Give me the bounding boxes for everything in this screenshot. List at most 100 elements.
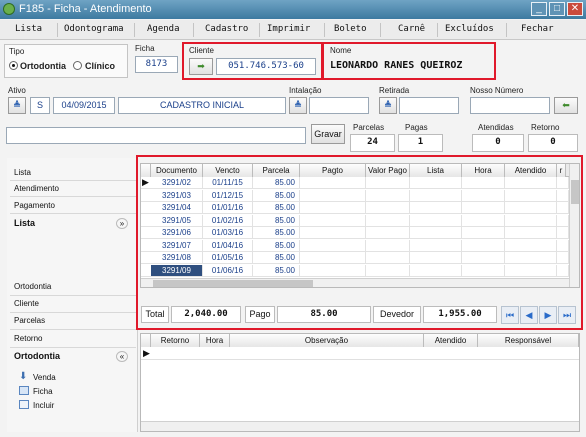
table-row[interactable]: 3291/07 01/04/16 85.00 bbox=[141, 239, 569, 252]
next-record-button[interactable]: ▶ bbox=[539, 306, 557, 324]
cliente-field[interactable]: 051.746.573-60 bbox=[216, 58, 316, 75]
col-lista[interactable]: Lista bbox=[410, 164, 462, 177]
grid-cell bbox=[300, 214, 366, 226]
sidebar-item-parcelas[interactable]: Parcelas bbox=[14, 316, 45, 325]
collapse-ortodontia-icon[interactable]: « bbox=[116, 351, 128, 362]
maximize-button[interactable]: □ bbox=[549, 2, 565, 16]
cliente-lookup-button[interactable]: ➡ bbox=[189, 58, 213, 75]
action-incluir[interactable]: Incluir bbox=[33, 401, 54, 410]
grid-cell: 85.00 bbox=[253, 264, 300, 276]
grid-cell: 3291/05 bbox=[151, 214, 203, 226]
col-r[interactable]: r bbox=[557, 164, 566, 177]
last-record-button[interactable]: ⏭ bbox=[558, 306, 576, 324]
retorno-count: 0 bbox=[528, 134, 578, 152]
clinico-radio-label[interactable]: Clínico bbox=[85, 61, 115, 71]
grid-cell bbox=[557, 202, 569, 213]
ativo-calendar-button[interactable]: ≜ bbox=[8, 97, 26, 114]
grid-cell bbox=[557, 252, 569, 263]
col-vencto[interactable]: Vencto bbox=[203, 164, 253, 177]
ortodontia-radio-label[interactable]: Ortodontia bbox=[20, 61, 66, 71]
instalacao-field[interactable] bbox=[309, 97, 369, 114]
menu-excluidos[interactable]: Excluídos bbox=[445, 24, 494, 34]
atendidas-count: 0 bbox=[472, 134, 524, 152]
retirada-field[interactable] bbox=[399, 97, 459, 114]
parcelas-vscrollbar[interactable] bbox=[569, 164, 579, 287]
prev-record-button[interactable]: ◀ bbox=[520, 306, 538, 324]
parcelas-rows: ▶ 3291/02 01/11/15 85.00 3291/03 01/12/15 85.0… bbox=[141, 177, 569, 281]
parcelas-grid-header: Documento Vencto Parcela Pagto Valor Pag… bbox=[141, 164, 579, 177]
col-retorno-hora[interactable]: Hora bbox=[200, 334, 230, 347]
title-bar[interactable]: F185 - Ficha - Atendimento _ □ ✕ bbox=[0, 0, 586, 19]
collapse-lista-icon[interactable]: » bbox=[116, 218, 128, 229]
menu-cadastro[interactable]: Cadastro bbox=[205, 24, 248, 34]
table-row[interactable]: 3291/06 01/03/16 85.00 bbox=[141, 227, 569, 239]
table-row[interactable]: 3291/09 01/06/16 85.00 bbox=[141, 264, 569, 277]
ficha-field[interactable]: 8173 bbox=[135, 56, 178, 73]
ortodontia-radio[interactable] bbox=[9, 61, 18, 70]
nome-label: Nome bbox=[330, 46, 352, 55]
grid-cell: 85.00 bbox=[253, 227, 300, 238]
table-row[interactable]: 3291/03 01/12/15 85.00 bbox=[141, 189, 569, 202]
col-valor-pago[interactable]: Valor Pago bbox=[366, 164, 410, 177]
table-row[interactable]: ▶ 3291/02 01/11/15 85.00 bbox=[141, 177, 569, 189]
grid-cell bbox=[410, 214, 462, 226]
col-retorno[interactable]: Retorno bbox=[151, 334, 200, 347]
retorno-hscrollbar[interactable] bbox=[141, 421, 579, 431]
sidebar-header-ortodontia[interactable]: Ortodontia bbox=[14, 351, 60, 361]
col-documento[interactable]: Documento bbox=[151, 164, 203, 177]
prev-icon: ◀ bbox=[525, 310, 533, 320]
ativo-desc-field[interactable]: CADASTRO INICIAL bbox=[118, 97, 286, 114]
parcelas-hscroll-thumb[interactable] bbox=[153, 280, 313, 287]
close-button[interactable]: ✕ bbox=[567, 2, 583, 16]
retorno-row[interactable]: ▶ bbox=[141, 347, 579, 360]
first-record-button[interactable]: ⏮ bbox=[501, 306, 519, 324]
menu-carne[interactable]: Carnê bbox=[398, 24, 425, 34]
menu-lista[interactable]: Lista bbox=[15, 24, 42, 34]
retorno-label: Retorno bbox=[531, 123, 560, 132]
col-retorno-atendido[interactable]: Atendido bbox=[424, 334, 478, 347]
sidebar-item-ortodontia[interactable]: Ortodontia bbox=[14, 282, 51, 291]
table-row[interactable]: 3291/04 01/01/16 85.00 bbox=[141, 202, 569, 214]
action-venda[interactable]: Venda bbox=[33, 373, 56, 382]
ativo-flag-field[interactable]: S bbox=[30, 97, 50, 114]
col-hora[interactable]: Hora bbox=[462, 164, 505, 177]
nosso-numero-button[interactable]: ⬅ bbox=[554, 97, 578, 114]
retirada-calendar-button[interactable]: ≜ bbox=[379, 97, 397, 114]
ativo-date-field[interactable]: 04/09/2015 bbox=[53, 97, 115, 114]
sidebar-item-cliente[interactable]: Cliente bbox=[14, 299, 39, 308]
grid-cell bbox=[462, 202, 505, 213]
nosso-numero-field[interactable] bbox=[470, 97, 550, 114]
grid-cell: 01/12/15 bbox=[203, 189, 253, 201]
table-row[interactable]: 3291/08 01/05/16 85.00 bbox=[141, 252, 569, 264]
menu-fechar[interactable]: Fechar bbox=[521, 24, 554, 34]
instalacao-calendar-button[interactable]: ≜ bbox=[289, 97, 307, 114]
menu-odontograma[interactable]: Odontograma bbox=[64, 24, 124, 34]
parcelas-grid[interactable]: Documento Vencto Parcela Pagto Valor Pag… bbox=[140, 163, 580, 288]
col-parcela[interactable]: Parcela bbox=[253, 164, 300, 177]
sidebar-item-atendimento[interactable]: Atendimento bbox=[14, 184, 59, 193]
menu-imprimir[interactable]: Imprimir bbox=[267, 24, 310, 34]
col-atendido[interactable]: Atendido bbox=[505, 164, 557, 177]
col-pagto[interactable]: Pagto bbox=[300, 164, 366, 177]
action-ficha[interactable]: Ficha bbox=[33, 387, 53, 396]
sidebar-item-pagamento[interactable]: Pagamento bbox=[14, 201, 55, 210]
clinico-radio[interactable] bbox=[73, 61, 82, 70]
col-observacao[interactable]: Observação bbox=[230, 334, 424, 347]
sidebar-item-retorno[interactable]: Retorno bbox=[14, 334, 42, 343]
menu-boleto[interactable]: Boleto bbox=[334, 24, 367, 34]
table-row[interactable]: 3291/05 01/02/16 85.00 bbox=[141, 214, 569, 227]
observacao-input[interactable] bbox=[6, 127, 306, 144]
nome-value: LEONARDO RANES QUEIROZ bbox=[330, 60, 463, 71]
col-responsavel[interactable]: Responsável bbox=[478, 334, 579, 347]
menu-agenda[interactable]: Agenda bbox=[147, 24, 180, 34]
row-pointer-icon: ▶ bbox=[143, 348, 150, 358]
sidebar-header-lista[interactable]: Lista bbox=[14, 218, 35, 228]
retorno-grid[interactable]: Retorno Hora Observação Atendido Respons… bbox=[140, 333, 580, 432]
ativo-label: Ativo bbox=[8, 86, 26, 95]
gravar-button[interactable]: Gravar bbox=[311, 124, 345, 144]
parcelas-scroll-thumb[interactable] bbox=[571, 180, 579, 204]
minimize-button[interactable]: _ bbox=[531, 2, 547, 16]
pago-value: 85.00 bbox=[277, 306, 371, 323]
parcelas-hscrollbar[interactable] bbox=[141, 278, 569, 287]
sidebar-item-lista[interactable]: Lista bbox=[14, 168, 31, 177]
